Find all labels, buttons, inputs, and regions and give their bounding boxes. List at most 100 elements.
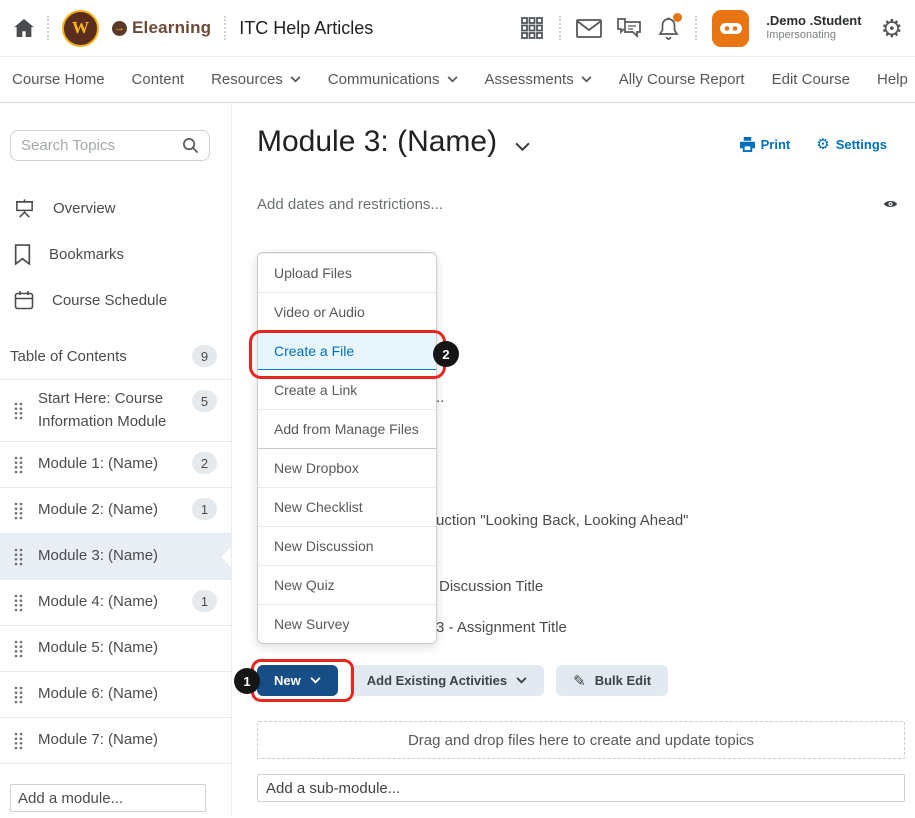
drag-handle-icon[interactable]: [14, 640, 24, 658]
header-divider: [559, 16, 561, 40]
chevron-down-icon[interactable]: [515, 142, 530, 151]
new-dropdown-menu: Upload Files Video or Audio Create a Fil…: [257, 252, 437, 644]
nav-item[interactable]: Content: [132, 71, 185, 88]
drag-handle-icon[interactable]: [14, 732, 24, 750]
nav-item[interactable]: Help: [877, 71, 908, 88]
drag-drop-zone[interactable]: Drag and drop files here to create and u…: [257, 721, 905, 759]
annotation-step-badge: 2: [433, 341, 459, 367]
add-submodule-input[interactable]: [257, 774, 905, 802]
drag-handle-icon[interactable]: [14, 456, 24, 474]
university-logo[interactable]: W: [62, 10, 99, 47]
email-icon[interactable]: [576, 19, 602, 38]
elearning-brand[interactable]: → Elearning: [112, 18, 211, 38]
waffle-menu-icon[interactable]: [520, 16, 544, 40]
module-label: Module 3: (Name): [38, 545, 217, 568]
module-row[interactable]: Module 1: (Name) 2: [0, 442, 231, 488]
table-of-contents-header[interactable]: Table of Contents 9: [0, 341, 231, 371]
menu-item[interactable]: Create a Link: [258, 370, 436, 409]
gear-icon[interactable]: ⚙: [881, 14, 903, 43]
menu-item-label: New Quiz: [274, 577, 335, 593]
module-count-badge: 1: [192, 498, 217, 520]
visibility-eye-icon[interactable]: [883, 199, 898, 209]
module-label: Module 4: (Name): [38, 591, 178, 614]
drag-handle-icon[interactable]: [14, 686, 24, 704]
settings-button[interactable]: ⚙ Settings: [816, 137, 887, 152]
sidebar-item-bookmarks[interactable]: Bookmarks: [0, 231, 231, 277]
search-icon[interactable]: [182, 137, 199, 154]
drag-handle-icon[interactable]: [14, 502, 24, 520]
add-dates-link[interactable]: Add dates and restrictions...: [257, 196, 443, 213]
module-count-badge: 2: [192, 452, 217, 474]
chevron-down-icon: [310, 677, 321, 684]
annotation-step-badge: 1: [234, 668, 260, 694]
impersonation-avatar[interactable]: [712, 10, 749, 47]
menu-item-label: Add from Manage Files: [274, 421, 419, 437]
bookmark-icon: [14, 244, 31, 265]
nav-item-label: Ally Course Report: [619, 71, 745, 88]
menu-item-label: Create a Link: [274, 382, 357, 398]
gear-icon: ⚙: [816, 137, 829, 152]
menu-item[interactable]: New Survey: [258, 604, 436, 643]
module-count-badge: 1: [192, 590, 217, 612]
page-title[interactable]: Module 3: (Name): [257, 125, 530, 159]
menu-item[interactable]: New Dropbox: [258, 448, 436, 487]
action-buttons: New Add Existing Activities ✎ Bulk Edit: [257, 665, 668, 696]
nav-item-label: Content: [132, 71, 185, 88]
menu-item[interactable]: Video or Audio: [258, 292, 436, 331]
chevron-down-icon: [290, 76, 301, 83]
nav-item-label: Edit Course: [772, 71, 850, 88]
search-input[interactable]: [21, 137, 176, 154]
new-button[interactable]: New: [257, 665, 338, 696]
header-divider: [695, 16, 697, 40]
add-existing-activities-button[interactable]: Add Existing Activities: [350, 665, 544, 696]
toc-count-badge: 9: [192, 345, 217, 367]
chat-icon[interactable]: [617, 17, 642, 39]
title-actions: Print ⚙ Settings: [740, 137, 887, 152]
drag-handle-icon[interactable]: [14, 594, 24, 612]
module-label: Module 1: (Name): [38, 453, 178, 476]
module-row[interactable]: Module 3: (Name): [0, 534, 231, 580]
menu-item-label: New Checklist: [274, 499, 363, 515]
module-list: Start Here: Course Information Module 5 …: [0, 379, 231, 764]
chevron-down-icon: [581, 76, 592, 83]
nav-item-label: Assessments: [485, 71, 574, 88]
menu-item[interactable]: Add from Manage Files: [258, 409, 436, 448]
module-row[interactable]: Module 6: (Name): [0, 672, 231, 718]
user-info[interactable]: .Demo .Student Impersonating: [766, 13, 861, 43]
menu-item[interactable]: New Checklist: [258, 487, 436, 526]
sidebar-item-course-schedule[interactable]: Course Schedule: [0, 277, 231, 323]
chevron-down-icon: [516, 677, 527, 684]
module-row[interactable]: Start Here: Course Information Module 5: [0, 380, 231, 442]
bulk-edit-button[interactable]: ✎ Bulk Edit: [556, 665, 668, 696]
nav-item-label: Resources: [211, 71, 283, 88]
nav-item[interactable]: Course Home: [12, 71, 105, 88]
module-row[interactable]: Module 2: (Name) 1: [0, 488, 231, 534]
menu-item-label: New Dropbox: [274, 460, 359, 476]
print-button[interactable]: Print: [740, 137, 791, 152]
menu-item[interactable]: Create a File: [258, 331, 436, 370]
pencil-icon: ✎: [573, 672, 586, 690]
nav-item[interactable]: Communications: [328, 71, 458, 88]
search-topics-box[interactable]: [10, 130, 210, 161]
module-label: Module 5: (Name): [38, 637, 217, 660]
bell-icon[interactable]: [657, 16, 680, 40]
module-row[interactable]: Module 7: (Name): [0, 718, 231, 764]
home-icon[interactable]: [14, 19, 34, 37]
menu-item[interactable]: New Discussion: [258, 526, 436, 565]
sidebar-item-overview[interactable]: Overview: [0, 185, 231, 231]
nav-item[interactable]: Resources: [211, 71, 301, 88]
nav-item[interactable]: Ally Course Report: [619, 71, 745, 88]
add-module-input[interactable]: [10, 784, 206, 812]
drag-handle-icon[interactable]: [14, 548, 24, 566]
nav-item[interactable]: Assessments: [485, 71, 592, 88]
calendar-icon: [14, 290, 34, 310]
module-label: Module 7: (Name): [38, 729, 217, 752]
module-row[interactable]: Module 5: (Name): [0, 626, 231, 672]
menu-item[interactable]: Upload Files: [258, 253, 436, 292]
module-row[interactable]: Module 4: (Name) 1: [0, 580, 231, 626]
drag-handle-icon[interactable]: [14, 402, 24, 420]
nav-item[interactable]: Edit Course: [772, 71, 850, 88]
hidden-text-fragment: uction "Looking Back, Looking Ahead": [436, 512, 689, 529]
menu-item-label: Create a File: [274, 343, 354, 359]
menu-item[interactable]: New Quiz: [258, 565, 436, 604]
